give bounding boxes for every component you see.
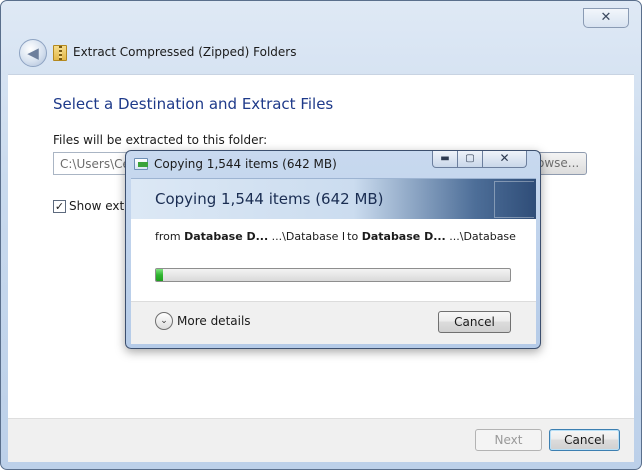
dialog-banner: Copying 1,544 items (642 MB) <box>131 178 536 219</box>
progress-fill <box>156 269 164 281</box>
copy-progress-bar <box>155 268 511 282</box>
banner-decoration <box>494 181 534 218</box>
to-prefix: to <box>347 230 359 243</box>
from-name-link[interactable]: Database D... <box>184 230 268 243</box>
dialog-title: Copying 1,544 items (642 MB) <box>154 157 337 171</box>
banner-title: Copying 1,544 items (642 MB) <box>155 190 384 208</box>
to-path: ...\Database De <box>449 230 517 243</box>
dialog-body: from Database D... ...\Database De to Da… <box>131 219 536 301</box>
wizard-cancel-button[interactable]: Cancel <box>549 429 620 451</box>
wizard-header: ◀ Extract Compressed (Zipped) Folders <box>8 35 634 75</box>
to-name-link[interactable]: Database D... <box>362 230 446 243</box>
dialog-footer: ⌄ More details Cancel <box>131 301 536 344</box>
next-button[interactable]: Next <box>475 429 542 451</box>
from-prefix: from <box>155 230 181 243</box>
wizard-close-button[interactable]: ✕ <box>583 8 629 28</box>
minimize-button[interactable]: ▬ <box>432 151 458 168</box>
destination-label: Files will be extracted to this folder: <box>53 133 268 147</box>
from-path: ...\Database De <box>271 230 344 243</box>
wizard-title: Extract Compressed (Zipped) Folders <box>73 45 297 59</box>
caption-buttons: ▬ ▢ ✕ <box>432 151 527 169</box>
more-details-toggle[interactable]: ⌄ More details <box>155 312 251 330</box>
more-details-label: More details <box>177 314 251 328</box>
copy-progress-dialog: Copying 1,544 items (642 MB) ▬ ▢ ✕ Copyi… <box>125 150 541 349</box>
wizard-footer: Next Cancel <box>8 418 634 462</box>
copy-source-destination: from Database D... ...\Database De to Da… <box>155 230 517 243</box>
dialog-close-button[interactable]: ✕ <box>483 151 527 168</box>
page-title: Select a Destination and Extract Files <box>53 95 334 113</box>
maximize-button[interactable]: ▢ <box>458 151 483 168</box>
show-files-checkbox[interactable]: ✓ <box>53 199 66 213</box>
chevron-down-icon[interactable]: ⌄ <box>155 312 173 330</box>
show-files-row[interactable]: ✓ Show extra <box>53 199 136 213</box>
copy-icon <box>134 158 148 170</box>
back-arrow-icon[interactable]: ◀ <box>19 39 47 67</box>
zip-folder-icon <box>53 45 67 61</box>
copy-cancel-button[interactable]: Cancel <box>438 311 511 333</box>
